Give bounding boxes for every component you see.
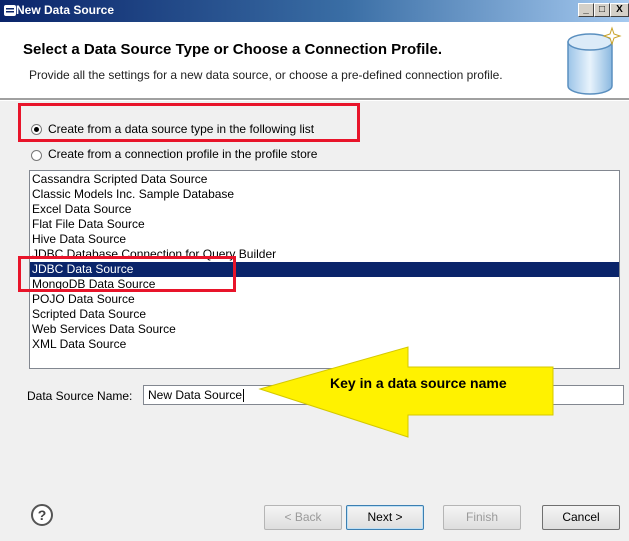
list-item[interactable]: Scripted Data Source — [30, 307, 619, 322]
back-button[interactable]: < Back — [264, 505, 342, 530]
window-title: New Data Source — [16, 3, 115, 17]
list-item[interactable]: Excel Data Source — [30, 202, 619, 217]
title-bar: New Data Source _ □ X — [0, 0, 629, 22]
radio-create-from-profile[interactable] — [31, 150, 42, 161]
new-data-source-dialog: New Data Source _ □ X Select a Data Sour… — [0, 0, 629, 541]
next-button[interactable]: Next > — [346, 505, 424, 530]
header-separator — [0, 98, 629, 101]
help-icon[interactable]: ? — [31, 504, 53, 526]
list-item[interactable]: Flat File Data Source — [30, 217, 619, 232]
annotation-box-jdbc — [18, 256, 236, 292]
maximize-button[interactable]: □ — [594, 3, 610, 17]
wizard-header: Select a Data Source Type or Choose a Co… — [0, 22, 629, 98]
database-icon — [567, 26, 622, 95]
finish-button[interactable]: Finish — [443, 505, 521, 530]
data-source-name-label: Data Source Name: — [27, 389, 133, 403]
cancel-button[interactable]: Cancel — [542, 505, 620, 530]
list-item[interactable]: Cassandra Scripted Data Source — [30, 172, 619, 187]
list-item[interactable]: Hive Data Source — [30, 232, 619, 247]
minimize-button[interactable]: _ — [578, 3, 594, 17]
callout-arrow — [258, 346, 554, 438]
data-source-name-value: New Data Source — [148, 388, 243, 402]
close-button[interactable]: X — [610, 3, 629, 17]
radio-create-from-profile-label[interactable]: Create from a connection profile in the … — [48, 147, 317, 161]
list-item[interactable]: POJO Data Source — [30, 292, 619, 307]
text-caret — [243, 389, 245, 403]
window-icon — [4, 5, 16, 16]
callout-text: Key in a data source name — [330, 375, 507, 391]
page-description: Provide all the settings for a new data … — [29, 68, 503, 82]
list-item[interactable]: Web Services Data Source — [30, 322, 619, 337]
list-item[interactable]: Classic Models Inc. Sample Database — [30, 187, 619, 202]
page-title: Select a Data Source Type or Choose a Co… — [23, 41, 442, 58]
annotation-box-radio — [18, 103, 360, 142]
